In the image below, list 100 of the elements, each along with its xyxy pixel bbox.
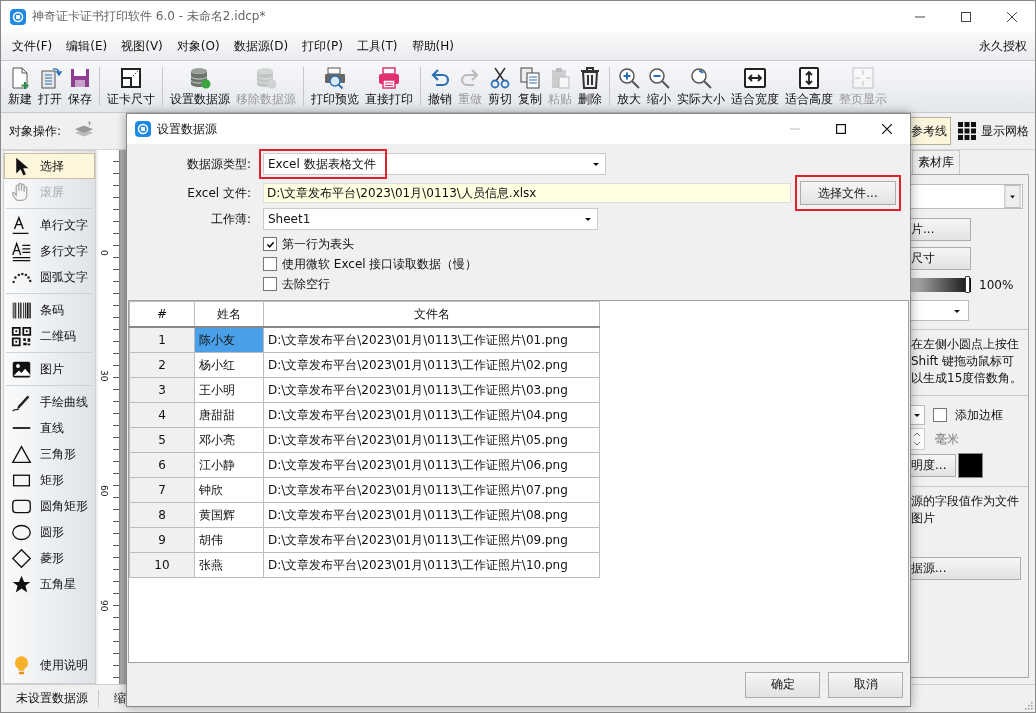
toolbar-button[interactable]: 设置数据源 [167, 61, 233, 112]
close-icon[interactable] [882, 124, 892, 134]
row-number[interactable]: 3 [129, 377, 195, 403]
table-cell[interactable]: 杨小红 [194, 352, 264, 378]
table-cell[interactable]: D:\文章发布平台\2023\01月\0113\工作证照片\09.png [263, 527, 600, 553]
toolbar-button[interactable]: 新建 [5, 61, 35, 112]
opacity-slider[interactable] [909, 278, 971, 292]
table-cell[interactable]: D:\文章发布平台\2023\01月\0113\工作证照片\01.png [263, 327, 600, 353]
toolbar-button[interactable]: 放大 [614, 61, 644, 112]
table-cell[interactable]: D:\文章发布平台\2023\01月\0113\工作证照片\07.png [263, 477, 600, 503]
color-swatch[interactable] [958, 453, 983, 478]
panel-button[interactable]: 片... [909, 218, 971, 241]
panel-button[interactable]: 尺寸 [909, 247, 971, 270]
dialog-button[interactable]: 取消 [828, 671, 903, 698]
file-path-field[interactable]: D:\文章发布平台\2023\01月\0113\人员信息.xlsx [263, 183, 791, 203]
table-cell[interactable]: 张燕 [194, 552, 264, 578]
tool-button[interactable]: 条码 [4, 297, 95, 323]
tool-button[interactable]: 多行文字 [4, 238, 95, 264]
checkbox[interactable] [933, 408, 947, 422]
column-header[interactable]: 姓名 [194, 301, 264, 327]
tool-button[interactable]: 圆形 [4, 519, 95, 545]
tool-button[interactable]: 菱形 [4, 545, 95, 571]
dropdown[interactable] [909, 300, 969, 321]
table-cell[interactable]: D:\文章发布平台\2023\01月\0113\工作证照片\03.png [263, 377, 600, 403]
table-cell[interactable]: 胡伟 [194, 527, 264, 553]
table-cell[interactable]: 江小静 [194, 452, 264, 478]
hint-text: 以生成15度倍数角。 [911, 370, 1023, 387]
table-cell[interactable]: D:\文章发布平台\2023\01月\0113\工作证照片\06.png [263, 452, 600, 478]
toolbar-button[interactable]: 复制 [515, 61, 545, 112]
toolbar-button[interactable]: 适合高度 [782, 61, 836, 112]
table-cell[interactable]: D:\文章发布平台\2023\01月\0113\工作证照片\10.png [263, 552, 600, 578]
grid-toggle-button[interactable]: 显示网格 [951, 117, 1035, 145]
help-button[interactable]: 使用说明 [4, 651, 95, 679]
row-number[interactable]: 10 [129, 552, 195, 578]
toolbar-button[interactable]: 打印预览 [308, 61, 362, 112]
tool-button[interactable]: 五角星 [4, 571, 95, 597]
toolbar-button[interactable]: 剪切 [485, 61, 515, 112]
row-number[interactable]: 4 [129, 402, 195, 428]
menu-item[interactable]: 工具(T) [349, 37, 405, 55]
table-cell[interactable]: 黄国辉 [194, 502, 264, 528]
checkbox[interactable] [263, 257, 277, 271]
table-cell[interactable]: D:\文章发布平台\2023\01月\0113\工作证照片\05.png [263, 427, 600, 453]
tool-button[interactable]: 圆角矩形 [4, 493, 95, 519]
toolbar-button[interactable]: 撤销 [425, 61, 455, 112]
toolbar-button[interactable]: 打开 [35, 61, 65, 112]
toolbar-button[interactable]: 保存 [65, 61, 95, 112]
tool-button[interactable]: 三角形 [4, 441, 95, 467]
toolbar-button[interactable]: 缩小 [644, 61, 674, 112]
row-number[interactable]: 6 [129, 452, 195, 478]
tool-button[interactable]: 圆弧文字 [4, 264, 95, 290]
slider-handle[interactable] [965, 276, 970, 293]
maximize-icon[interactable] [836, 124, 846, 134]
menu-item[interactable]: 帮助(H) [404, 37, 461, 55]
table-cell[interactable]: 唐甜甜 [194, 402, 264, 428]
close-icon[interactable] [1007, 11, 1017, 22]
table-cell[interactable]: 钟欣 [194, 477, 264, 503]
tool-button[interactable]: 直线 [4, 415, 95, 441]
maximize-icon[interactable] [961, 11, 971, 22]
zoom-out-icon [647, 66, 671, 90]
sheet-dropdown[interactable]: Sheet1 [263, 208, 598, 230]
tool-button[interactable]: 手绘曲线 [4, 389, 95, 415]
menu-item[interactable]: 文件(F) [5, 37, 60, 55]
column-header[interactable]: 文件名 [263, 301, 600, 327]
panel-button[interactable]: 明度... [909, 454, 956, 477]
table-cell[interactable]: 邓小亮 [194, 427, 264, 453]
table-cell[interactable]: D:\文章发布平台\2023\01月\0113\工作证照片\04.png [263, 402, 600, 428]
row-number[interactable]: 9 [129, 527, 195, 553]
row-number[interactable]: 7 [129, 477, 195, 503]
panel-tab[interactable]: 素材库 [912, 150, 960, 174]
choose-file-button[interactable]: 选择文件... [800, 181, 896, 205]
table-cell[interactable]: D:\文章发布平台\2023\01月\0113\工作证照片\08.png [263, 502, 600, 528]
menu-item[interactable]: 编辑(E) [59, 37, 115, 55]
toolbar-button[interactable]: 直接打印 [362, 61, 416, 112]
tool-button[interactable]: 选择 [4, 153, 95, 179]
tool-button[interactable]: 单行文字 [4, 212, 95, 238]
panel-button[interactable]: 据源... [909, 557, 1021, 580]
menu-item[interactable]: 对象(O) [169, 37, 227, 55]
toolbar-button[interactable]: 证卡尺寸 [104, 61, 158, 112]
menu-item[interactable]: 打印(P) [295, 37, 350, 55]
license-label[interactable]: 永久授权 [979, 37, 1027, 55]
resize-grip-icon[interactable] [1023, 700, 1033, 710]
column-header[interactable]: # [129, 301, 195, 327]
toolbar-button[interactable]: 实际大小 [674, 61, 728, 112]
table-cell[interactable]: 王小明 [194, 377, 264, 403]
checkbox[interactable] [263, 237, 277, 251]
row-number[interactable]: 2 [129, 352, 195, 378]
menu-item[interactable]: 数据源(D) [226, 37, 296, 55]
slider-value: 100% [979, 278, 1014, 292]
row-number[interactable]: 1 [129, 327, 195, 353]
dialog-button[interactable]: 确定 [745, 671, 820, 698]
row-number[interactable]: 5 [129, 427, 195, 453]
menu-item[interactable]: 视图(V) [114, 37, 170, 55]
row-number[interactable]: 8 [129, 502, 195, 528]
tool-button[interactable]: 二维码 [4, 323, 95, 349]
tool-button[interactable]: 矩形 [4, 467, 95, 493]
toolbar-button[interactable]: 删除 [575, 61, 605, 112]
toolbar-button[interactable]: 适合宽度 [728, 61, 782, 112]
tool-button[interactable]: 图片 [4, 356, 95, 382]
checkbox[interactable] [263, 277, 277, 291]
table-cell[interactable]: D:\文章发布平台\2023\01月\0113\工作证照片\02.png [263, 352, 600, 378]
